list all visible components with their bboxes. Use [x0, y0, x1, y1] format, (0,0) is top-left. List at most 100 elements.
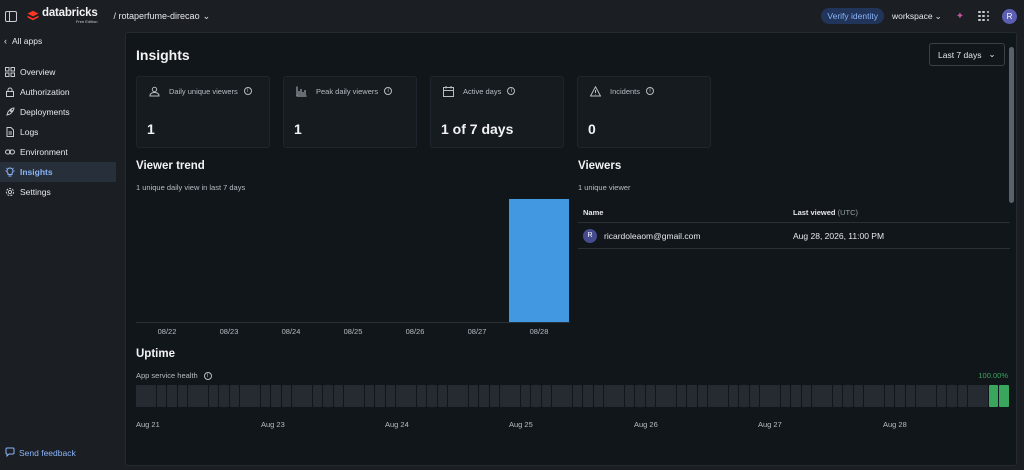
uptime-slot[interactable] — [687, 385, 697, 407]
uptime-slot[interactable] — [770, 385, 780, 407]
uptime-slot[interactable] — [697, 385, 708, 407]
uptime-slot[interactable] — [198, 385, 208, 407]
uptime-slot[interactable] — [531, 385, 541, 407]
uptime-slot[interactable] — [843, 385, 853, 407]
uptime-slot[interactable] — [364, 385, 375, 407]
info-icon[interactable]: i — [203, 371, 212, 380]
uptime-slot[interactable] — [583, 385, 593, 407]
uptime-slot[interactable] — [344, 385, 354, 407]
uptime-slot[interactable] — [323, 385, 333, 407]
uptime-slot[interactable] — [739, 385, 749, 407]
uptime-slot[interactable] — [604, 385, 614, 407]
uptime-slot[interactable] — [593, 385, 604, 407]
uptime-slot[interactable] — [978, 385, 988, 407]
uptime-slot[interactable] — [479, 385, 489, 407]
sidebar-item-settings[interactable]: Settings — [0, 182, 116, 202]
uptime-slot[interactable] — [219, 385, 229, 407]
sidebar-item-environment[interactable]: Environment — [0, 142, 116, 162]
user-avatar[interactable]: R — [1002, 8, 1017, 24]
workspace-switcher[interactable]: workspace ⌄ — [892, 11, 942, 22]
sidebar-item-deployments[interactable]: Deployments — [0, 102, 116, 122]
uptime-slot[interactable] — [468, 385, 479, 407]
uptime-slot[interactable] — [229, 385, 240, 407]
uptime-slot[interactable] — [749, 385, 760, 407]
uptime-slot[interactable] — [614, 385, 624, 407]
uptime-slot[interactable] — [957, 385, 968, 407]
uptime-slot[interactable] — [177, 385, 188, 407]
uptime-slot[interactable] — [853, 385, 864, 407]
sidebar-item-authorization[interactable]: Authorization — [0, 82, 116, 102]
uptime-slot[interactable] — [489, 385, 500, 407]
uptime-slot[interactable] — [884, 385, 895, 407]
uptime-slot[interactable] — [167, 385, 177, 407]
uptime-slot[interactable] — [354, 385, 364, 407]
bar-08/28[interactable] — [509, 199, 569, 322]
uptime-slot[interactable] — [188, 385, 198, 407]
uptime-slot[interactable] — [624, 385, 635, 407]
uptime-slot[interactable] — [718, 385, 728, 407]
uptime-slot[interactable] — [812, 385, 822, 407]
uptime-slot[interactable] — [780, 385, 791, 407]
uptime-slot[interactable] — [552, 385, 562, 407]
uptime-slot[interactable] — [635, 385, 645, 407]
uptime-slot[interactable] — [271, 385, 281, 407]
uptime-slot[interactable] — [396, 385, 406, 407]
uptime-slot[interactable] — [292, 385, 302, 407]
uptime-slot[interactable] — [874, 385, 884, 407]
apps-grid-icon[interactable] — [978, 10, 989, 22]
uptime-slot[interactable] — [375, 385, 385, 407]
sidebar-item-insights[interactable]: Insights — [0, 162, 116, 182]
uptime-slot[interactable] — [427, 385, 437, 407]
uptime-slot[interactable] — [240, 385, 250, 407]
uptime-slot[interactable] — [541, 385, 552, 407]
databricks-logo[interactable]: databricks Free Edition — [27, 7, 98, 25]
sidebar-toggle-icon[interactable] — [5, 10, 17, 22]
uptime-slot[interactable] — [146, 385, 156, 407]
uptime-slot[interactable] — [936, 385, 947, 407]
uptime-slot[interactable] — [676, 385, 687, 407]
uptime-slot[interactable] — [926, 385, 936, 407]
uptime-slot[interactable] — [832, 385, 843, 407]
verify-identity-button[interactable]: Verify identity — [821, 8, 884, 24]
assistant-icon[interactable]: ✦ — [956, 11, 964, 22]
uptime-slot[interactable] — [312, 385, 323, 407]
uptime-slot[interactable] — [708, 385, 718, 407]
uptime-slot[interactable] — [500, 385, 510, 407]
sidebar-item-logs[interactable]: Logs — [0, 122, 116, 142]
date-range-select[interactable]: Last 7 days ⌄ — [929, 43, 1005, 66]
uptime-slot[interactable] — [448, 385, 458, 407]
send-feedback-link[interactable]: Send feedback — [5, 447, 76, 459]
scrollbar-thumb[interactable] — [1009, 47, 1014, 203]
uptime-slot[interactable] — [822, 385, 832, 407]
uptime-slot[interactable] — [208, 385, 219, 407]
uptime-slot[interactable] — [947, 385, 957, 407]
uptime-slot[interactable] — [562, 385, 572, 407]
info-icon[interactable]: i — [507, 87, 516, 95]
uptime-slot[interactable] — [572, 385, 583, 407]
scrollbar[interactable] — [1007, 33, 1016, 465]
uptime-slot[interactable] — [905, 385, 916, 407]
uptime-slot[interactable] — [458, 385, 468, 407]
uptime-slot[interactable] — [260, 385, 271, 407]
uptime-slot[interactable] — [791, 385, 801, 407]
sidebar-item-overview[interactable]: Overview — [0, 62, 116, 82]
uptime-slot[interactable] — [760, 385, 770, 407]
all-apps-link[interactable]: ‹ All apps — [0, 32, 124, 50]
uptime-slot[interactable] — [281, 385, 292, 407]
info-icon[interactable]: i — [384, 87, 393, 95]
uptime-slot[interactable] — [988, 385, 999, 407]
app-path-dropdown[interactable]: / rotaperfume-direcao ⌄ — [114, 11, 211, 22]
uptime-slot[interactable] — [916, 385, 926, 407]
uptime-slot[interactable] — [136, 385, 146, 407]
uptime-slot[interactable] — [645, 385, 656, 407]
uptime-slot[interactable] — [250, 385, 260, 407]
uptime-slot[interactable] — [333, 385, 344, 407]
uptime-slot[interactable] — [302, 385, 312, 407]
info-icon[interactable]: i — [646, 87, 655, 95]
uptime-slot[interactable] — [864, 385, 874, 407]
uptime-slot[interactable] — [895, 385, 905, 407]
uptime-slot[interactable] — [968, 385, 978, 407]
uptime-slot[interactable] — [656, 385, 666, 407]
uptime-slot[interactable] — [666, 385, 676, 407]
info-icon[interactable]: i — [243, 87, 252, 95]
